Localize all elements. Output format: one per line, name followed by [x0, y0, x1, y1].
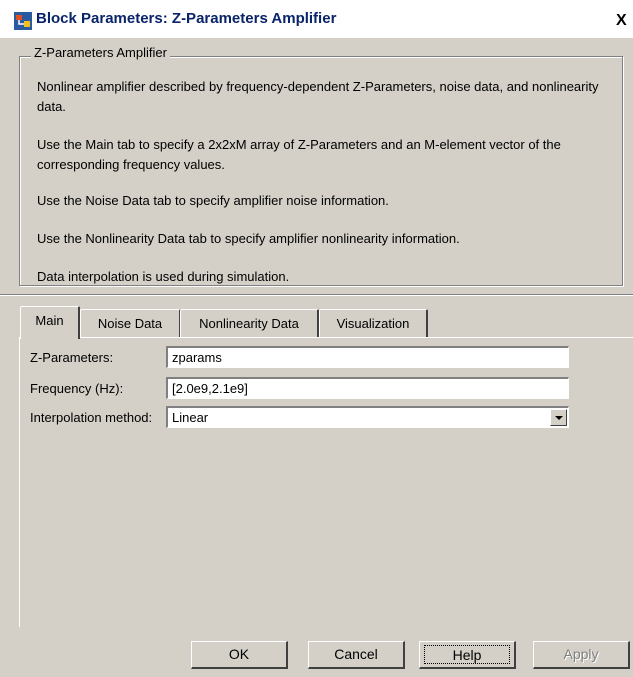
tab-main[interactable]: Main [20, 306, 80, 339]
divider [0, 294, 633, 296]
description-paragraph: Use the Main tab to specify a 2x2xM arra… [37, 137, 561, 172]
tab-noise-data[interactable]: Noise Data [80, 309, 181, 337]
block-parameters-dialog: Block Parameters: Z-Parameters Amplifier… [0, 0, 633, 677]
zparams-label: Z-Parameters: [30, 350, 114, 365]
tab-visualization[interactable]: Visualization [319, 309, 428, 337]
apply-button[interactable]: Apply [533, 641, 630, 669]
help-button-label: Help [424, 645, 510, 664]
frequency-label: Frequency (Hz): [30, 381, 124, 396]
help-button[interactable]: Help [419, 641, 516, 669]
description-group-title: Z-Parameters Amplifier [31, 45, 170, 60]
simulink-block-icon [14, 12, 32, 30]
interpolation-label: Interpolation method: [30, 410, 153, 425]
close-icon[interactable]: X [616, 12, 633, 30]
cancel-button[interactable]: Cancel [308, 641, 405, 669]
frequency-input[interactable]: [2.0e9,2.1e9] [166, 377, 569, 399]
interpolation-selected-value: Linear [172, 410, 209, 425]
title-bar: Block Parameters: Z-Parameters Amplifier… [0, 0, 633, 38]
zparams-input[interactable]: zparams [166, 346, 569, 368]
description-paragraph: Use the Noise Data tab to specify amplif… [37, 193, 389, 208]
description-paragraph: Nonlinear amplifier described by frequen… [37, 79, 599, 114]
description-paragraph: Data interpolation is used during simula… [37, 269, 290, 284]
description-paragraph: Use the Nonlinearity Data tab to specify… [37, 231, 460, 246]
interpolation-select[interactable]: Linear [166, 406, 569, 428]
tab-nonlinearity-data[interactable]: Nonlinearity Data [180, 309, 319, 337]
chevron-down-icon[interactable] [550, 409, 567, 426]
ok-button[interactable]: OK [191, 641, 288, 669]
window-title: Block Parameters: Z-Parameters Amplifier [36, 10, 337, 27]
